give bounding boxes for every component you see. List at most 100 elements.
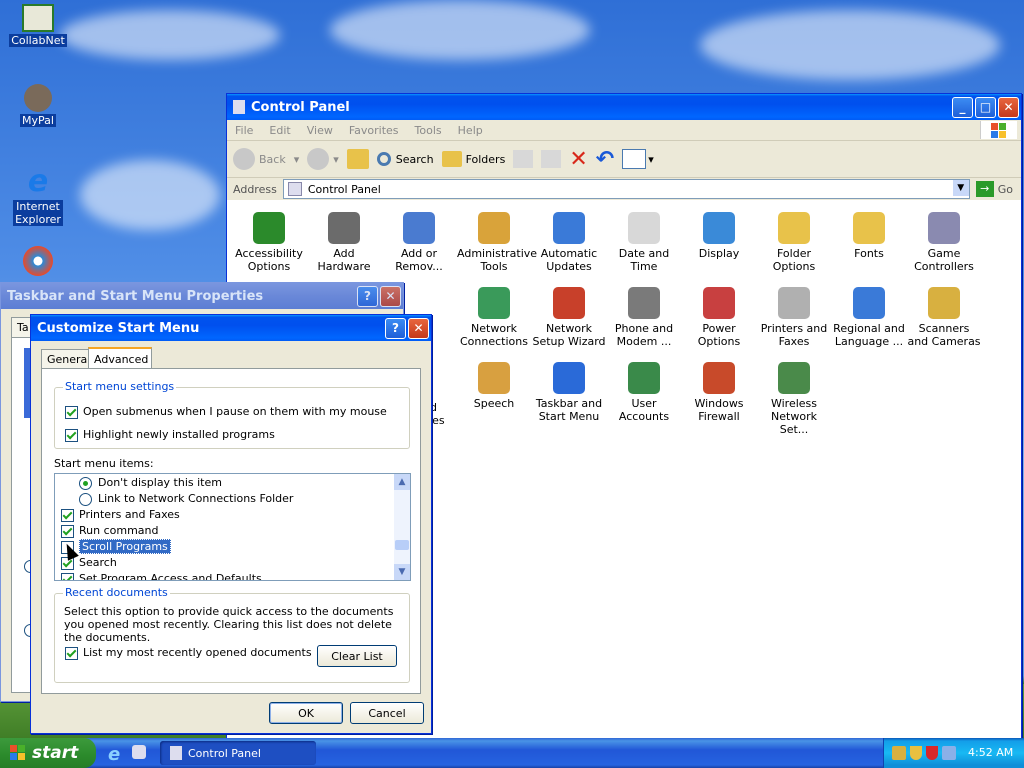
cp-item-label: Add Hardware bbox=[317, 247, 371, 273]
forward-button[interactable]: ▾ bbox=[307, 148, 339, 170]
cp-item[interactable]: Phone and Modem ... bbox=[607, 287, 681, 348]
views-button[interactable]: ▾ bbox=[622, 149, 654, 169]
list-item[interactable]: Don't display this item bbox=[79, 476, 222, 490]
close-button[interactable]: ✕ bbox=[408, 317, 429, 339]
cp-item-icon bbox=[703, 287, 735, 319]
list-item[interactable]: Set Program Access and Defaults bbox=[61, 572, 262, 580]
folders-button[interactable]: Folders bbox=[441, 151, 505, 167]
ok-button[interactable]: OK bbox=[269, 702, 343, 724]
cp-item-icon bbox=[703, 362, 735, 394]
cp-item[interactable]: Taskbar and Start Menu bbox=[532, 362, 606, 423]
list-item[interactable]: Run command bbox=[61, 524, 159, 538]
menu-file[interactable]: File bbox=[227, 124, 261, 137]
tab-advanced[interactable]: Advanced bbox=[88, 347, 152, 369]
cp-item[interactable]: Scanners and Cameras bbox=[907, 287, 981, 348]
quicklaunch-explorer-icon[interactable] bbox=[132, 745, 146, 759]
cp-item-icon bbox=[928, 212, 960, 244]
desktop-icon-collabnet[interactable]: CollabNet bbox=[6, 4, 70, 47]
scroll-down-icon[interactable]: ▼ bbox=[394, 564, 410, 580]
close-button[interactable]: ✕ bbox=[380, 285, 401, 307]
cp-item[interactable]: Automatic Updates bbox=[532, 212, 606, 273]
cp-item[interactable]: Windows Firewall bbox=[682, 362, 756, 423]
address-input[interactable]: Control Panel ▼ bbox=[282, 179, 970, 199]
checkbox-checked bbox=[61, 508, 74, 522]
go-button[interactable]: → Go bbox=[975, 181, 1013, 197]
undo-button[interactable]: ↶ bbox=[596, 147, 614, 172]
raccoon-icon bbox=[24, 84, 52, 112]
help-button[interactable]: ? bbox=[385, 317, 406, 339]
list-scrollbar[interactable]: ▲ ▼ bbox=[394, 474, 410, 580]
list-item[interactable]: Link to Network Connections Folder bbox=[79, 492, 293, 506]
cp-item-label: Automatic Updates bbox=[540, 247, 598, 273]
cp-item[interactable]: Date and Time bbox=[607, 212, 681, 273]
cp-item[interactable]: Administrative Tools bbox=[457, 212, 538, 273]
delete-button[interactable]: ✕ bbox=[569, 147, 587, 172]
cp-item[interactable]: User Accounts bbox=[607, 362, 681, 423]
move-to-button[interactable] bbox=[513, 150, 534, 168]
cp-item[interactable]: Power Options bbox=[682, 287, 756, 348]
cp-item-label: Folder Options bbox=[772, 247, 816, 273]
cp-item[interactable]: Network Connections bbox=[457, 287, 531, 348]
menu-help[interactable]: Help bbox=[450, 124, 491, 137]
start-menu-items-list[interactable]: Don't display this item Link to Network … bbox=[54, 473, 411, 581]
up-folder-icon bbox=[346, 149, 369, 169]
ie-icon: e bbox=[27, 164, 49, 199]
list-item-selected[interactable]: Scroll Programs bbox=[61, 539, 171, 554]
scroll-thumb[interactable] bbox=[395, 540, 409, 550]
cp-item-icon bbox=[478, 362, 510, 394]
tray-alert-shield-icon[interactable] bbox=[926, 746, 938, 760]
cp-item[interactable]: Regional and Language ... bbox=[832, 287, 906, 348]
cp-item[interactable]: Accessibility Options bbox=[232, 212, 306, 273]
windows-flag-icon bbox=[10, 745, 26, 761]
cp-item[interactable]: Wireless Network Set... bbox=[757, 362, 831, 436]
cp-item[interactable]: Game Controllers bbox=[907, 212, 981, 273]
cp-item[interactable]: Add or Remov... bbox=[382, 212, 456, 273]
help-button[interactable]: ? bbox=[357, 285, 378, 307]
cancel-button[interactable]: Cancel bbox=[350, 702, 424, 724]
cp-item-icon bbox=[778, 212, 810, 244]
tab-general[interactable]: General bbox=[41, 349, 90, 369]
search-button[interactable]: Search bbox=[376, 152, 434, 166]
menu-view[interactable]: View bbox=[299, 124, 341, 137]
cp-item[interactable]: Display bbox=[682, 212, 756, 260]
taskbar-button-control-panel[interactable]: Control Panel bbox=[160, 741, 316, 765]
tray-connection-icon[interactable] bbox=[942, 746, 956, 760]
cp-item-label: Administrative Tools bbox=[457, 247, 538, 273]
address-dropdown-icon[interactable]: ▼ bbox=[952, 180, 969, 196]
cp-item[interactable]: Folder Options bbox=[757, 212, 831, 273]
desktop-icon-internet-explorer[interactable]: e Internet Explorer bbox=[6, 166, 70, 226]
cp-item[interactable]: Network Setup Wizard bbox=[532, 287, 606, 348]
recent-documents-group: Recent documents Select this option to p… bbox=[54, 586, 410, 683]
menu-edit[interactable]: Edit bbox=[261, 124, 298, 137]
cp-item[interactable]: Speech bbox=[457, 362, 531, 410]
cp-item[interactable]: Add Hardware bbox=[307, 212, 381, 273]
back-arrow-icon bbox=[233, 148, 255, 170]
start-menu-settings-group: Start menu settings Open submenus when I… bbox=[54, 380, 410, 449]
scroll-up-icon[interactable]: ▲ bbox=[394, 474, 410, 490]
up-folder-button[interactable] bbox=[346, 149, 369, 169]
tray-network-icon[interactable] bbox=[892, 746, 906, 760]
close-button[interactable]: ✕ bbox=[998, 96, 1019, 118]
control-panel-titlebar[interactable]: Control Panel _ □ ✕ bbox=[227, 94, 1021, 120]
menu-favorites[interactable]: Favorites bbox=[341, 124, 407, 137]
copy-to-button[interactable] bbox=[541, 150, 562, 168]
customize-titlebar[interactable]: Customize Start Menu ? ✕ bbox=[31, 315, 431, 341]
list-item[interactable]: Printers and Faxes bbox=[61, 508, 180, 522]
minimize-button[interactable]: _ bbox=[952, 96, 973, 118]
cp-item[interactable]: Printers and Faxes bbox=[757, 287, 831, 348]
start-button[interactable]: start bbox=[0, 738, 96, 768]
desktop-icon-media[interactable] bbox=[6, 246, 70, 278]
highlight-programs-checkbox[interactable]: Highlight newly installed programs bbox=[65, 428, 275, 442]
tray-security-shield-icon[interactable] bbox=[910, 746, 922, 760]
desktop-icon-mypal[interactable]: MyPal bbox=[6, 84, 70, 127]
back-button[interactable]: Back ▾ bbox=[233, 148, 299, 170]
cp-item[interactable]: Fonts bbox=[832, 212, 906, 260]
list-recent-checkbox[interactable]: List my most recently opened documents bbox=[65, 646, 312, 660]
clear-list-button[interactable]: Clear List bbox=[317, 645, 397, 667]
maximize-button[interactable]: □ bbox=[975, 96, 996, 118]
quicklaunch-ie-icon[interactable]: e bbox=[108, 744, 120, 765]
menu-tools[interactable]: Tools bbox=[407, 124, 450, 137]
cp-item-icon bbox=[928, 287, 960, 319]
taskbar-properties-titlebar[interactable]: Taskbar and Start Menu Properties ? ✕ bbox=[1, 283, 403, 309]
open-submenus-checkbox[interactable]: Open submenus when I pause on them with … bbox=[65, 405, 387, 419]
